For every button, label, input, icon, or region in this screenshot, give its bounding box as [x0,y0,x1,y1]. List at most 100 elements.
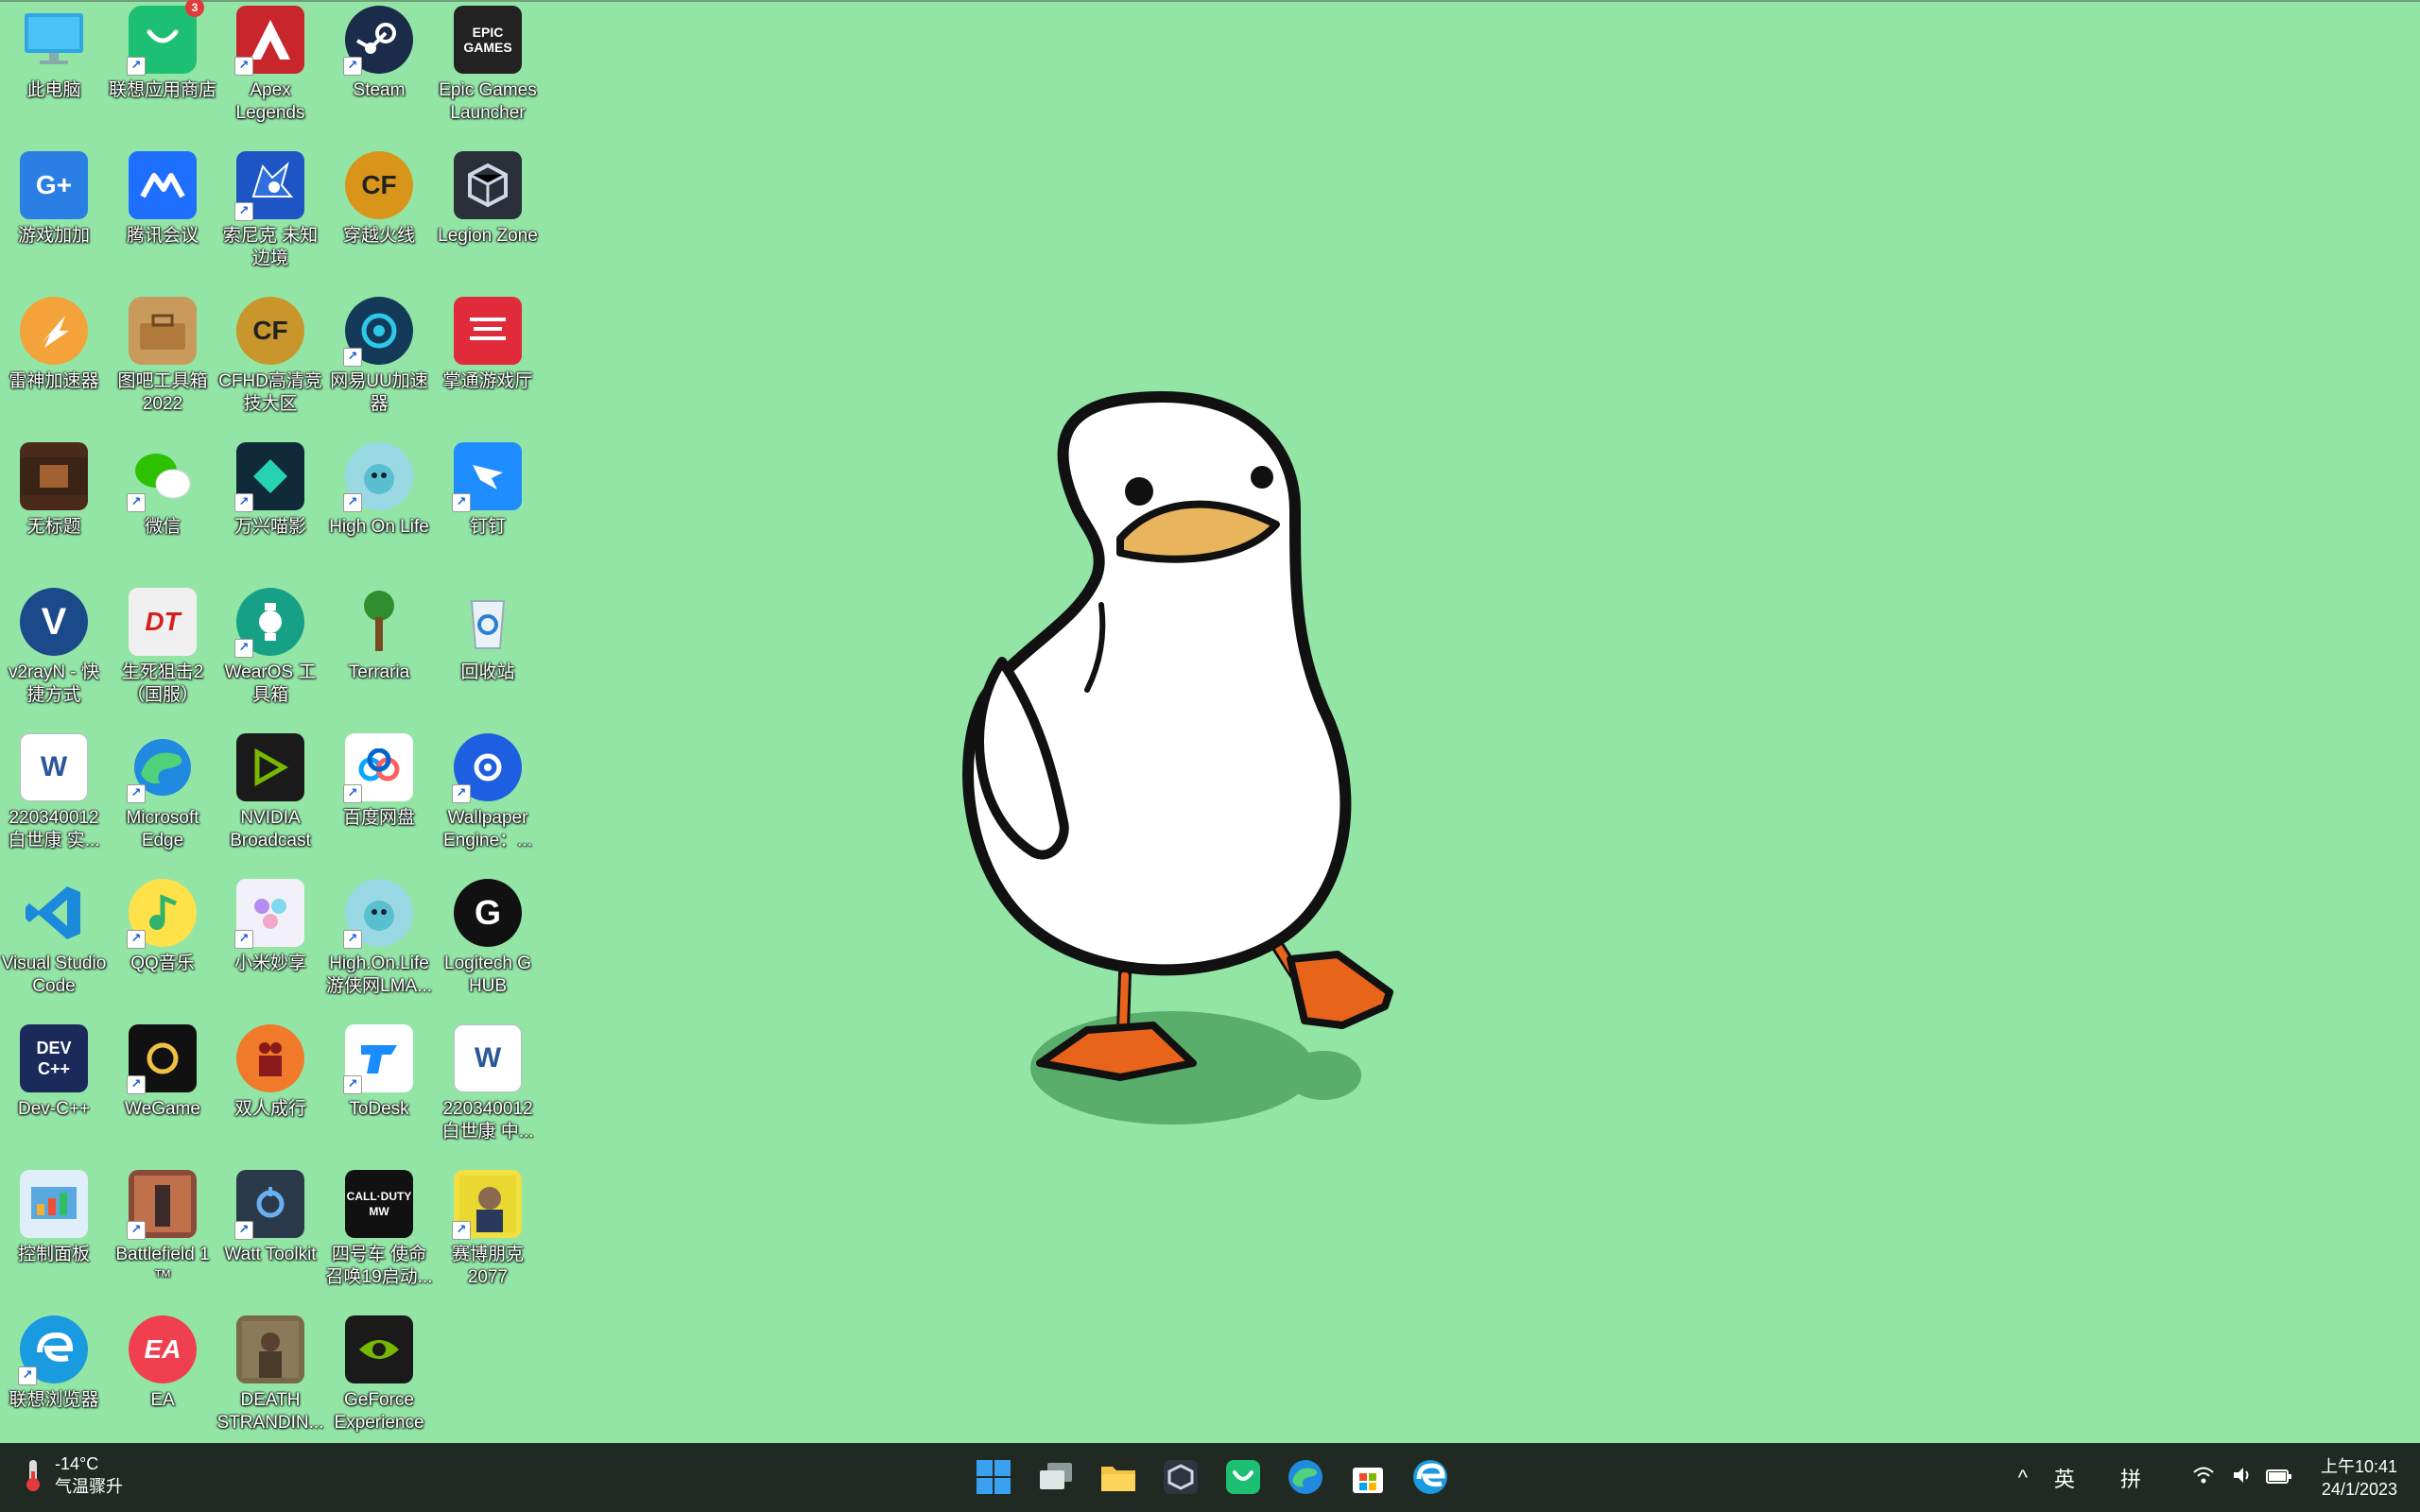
wegame-icon: ↗ [127,1024,197,1094]
taskbar-edge[interactable] [1281,1452,1330,1502]
desktop-icon-battlefield-1[interactable]: ↗ Battlefield 1 ™ [109,1164,216,1306]
start-button[interactable] [969,1452,1018,1502]
taskbar-lenovo-browser[interactable] [1406,1452,1455,1502]
show-hidden-icons-chevron-icon[interactable]: ^ [2018,1466,2028,1490]
gplus-logo-icon: G+ [20,151,88,219]
desktop-icon-death-stranding[interactable]: DEATH STRANDIN... [216,1310,324,1452]
desktop-icon-label: 双人成行 [233,1099,306,1119]
desktop-icon-wearos-toolbox[interactable]: ↗ WearOS 工具箱 [216,582,324,724]
desktop-icon-lenovo-browser[interactable]: ↗ 联想浏览器 [0,1310,108,1452]
desktop-icon-this-pc[interactable]: 此电脑 [0,0,108,142]
desktop-icon-v2rayn[interactable]: V v2rayN - 快捷方式 [0,582,108,724]
desktop-icon-nvidia-broadcast[interactable]: NVIDIA Broadcast [216,728,324,869]
desktop-icon-wechat[interactable]: ↗ 微信 [109,437,216,578]
desktop-icon-crossfire[interactable]: CF 穿越火线 [325,146,433,287]
desktop-icon-recycle-bin[interactable]: 回收站 [434,582,542,724]
taskbar-legion-zone[interactable] [1156,1452,1205,1502]
desktop-icon-label: 钉钉 [469,517,506,537]
desktop-icon-label: 220340012 白世康 实... [8,808,100,850]
desktop-icon-zhangtong[interactable]: 掌通游戏厅 [434,291,542,433]
battery-charging-icon[interactable] [2265,1466,2292,1490]
desktop-icon-wondershare-filmora[interactable]: ↗ 万兴喵影 [216,437,324,578]
desktop-icon-sonic-frontiers[interactable]: ↗ 索尼克 未知边境 [216,146,324,287]
desktop-icon-label: 小米妙享 [233,954,306,973]
desktop-icon-terraria[interactable]: Terraria [325,582,433,724]
desktop-icon-leishen[interactable]: 雷神加速器 [0,291,108,433]
desktop-icon-epic-games[interactable]: EPIC GAMES Epic Games Launcher [434,0,542,142]
desktop-icon-label: 微信 [144,517,181,537]
desktop-icon-label: Apex Legends [235,80,305,123]
desktop-icon-high-on-life[interactable]: ↗ High On Life [325,437,433,578]
desktop-icon-xiaomi-miaoxiang[interactable]: ↗ 小米妙享 [216,873,324,1015]
desktop-icon-ea[interactable]: EA EA [109,1310,216,1452]
desktop-icon-label: Wallpaper Engine：... [443,808,532,850]
cyberpunk-cover-icon: ↗ [452,1170,522,1240]
desktop-icon-label: NVIDIA Broadcast [230,808,311,850]
desktop-icon-apex-legends[interactable]: ↗ Apex Legends [216,0,324,142]
ime-mode-indicator[interactable]: 拼 [2120,1463,2141,1493]
task-view-button[interactable] [1031,1452,1080,1502]
wifi-icon[interactable] [2192,1466,2215,1490]
desktop-icon-control-panel[interactable]: 控制面板 [0,1164,108,1306]
desktop-icon-wallpaper-engine[interactable]: ↗ Wallpaper Engine：... [434,728,542,869]
taskbar-lenovo-store[interactable] [1219,1452,1268,1502]
toolbox-icon [129,297,197,365]
desktop-icon-dingtalk[interactable]: ↗ 钉钉 [434,437,542,578]
microsoft-store-icon [1353,1468,1383,1493]
desktop-icon-vscode[interactable]: Visual Studio Code [0,873,108,1015]
qq-music-icon: ↗ [127,879,197,949]
desktop-icon-youxijiajia[interactable]: G+ 游戏加加 [0,146,108,287]
desktop-icon-label: Visual Studio Code [1,954,107,996]
taskbar-microsoft-store[interactable] [1343,1452,1392,1502]
desktop-icon-high-on-life-lma[interactable]: ↗ High.On.Life 游侠网LMA... [325,873,433,1015]
windows-logo-icon [977,1460,1011,1494]
desktop-icon-cfhd[interactable]: CF CFHD高清竞技大区 [216,291,324,433]
taskbar-apps [969,1452,1455,1502]
desktop-icon-cyberpunk-2077[interactable]: ↗ 赛博朋克 2077 [434,1164,542,1306]
desktop-icon-label: 掌通游戏厅 [442,371,533,391]
desktop-icon-todesk[interactable]: ↗ ToDesk [325,1019,433,1160]
input-language-indicator[interactable]: 英 [2054,1463,2075,1493]
desktop-icon-it-takes-two[interactable]: 双人成行 [216,1019,324,1160]
desktop-icon-dev-cpp[interactable]: DEV C++ Dev-C++ [0,1019,108,1160]
desktop-icon-grid: 此电脑 3 ↗ 联想应用商店 ↗ Apex Legends ↗ Steam EP… [0,0,548,1443]
desktop-icon-label: 四号车 使命召唤19启动... [325,1245,433,1287]
desktop-icon-microsoft-edge[interactable]: ↗ Microsoft Edge [109,728,216,869]
game-hall-icon [454,297,522,365]
desktop-icon-tuba-toolbox[interactable]: 图吧工具箱2022 [109,291,216,433]
weather-widget[interactable]: -14°C 气温骤升 [23,1452,123,1498]
desktop-icon-label: WearOS 工具箱 [224,662,317,705]
desktop-icon-legion-zone[interactable]: Legion Zone [434,146,542,287]
terraria-tree-icon [345,588,413,656]
desktop-icon-label: 百度网盘 [342,808,415,828]
watch-tool-icon: ↗ [234,588,304,658]
legion-zone-cube-icon [454,151,522,219]
desktop-icon-tencent-meeting[interactable]: 腾讯会议 [109,146,216,287]
desktop-icon-untitled[interactable]: 无标题 [0,437,108,578]
desktop-icon-logitech-g-hub[interactable]: G Logitech G HUB [434,873,542,1015]
desktop-icon-uu-accelerator[interactable]: ↗ 网易UU加速器 [325,291,433,433]
taskbar-file-explorer[interactable] [1094,1452,1143,1502]
clock[interactable]: 上午10:41 24/1/2023 [2321,1455,2397,1501]
desktop-icon-watt-toolkit[interactable]: ↗ Watt Toolkit [216,1164,324,1306]
volume-icon[interactable] [2232,1466,2253,1490]
desktop-icon-cod-mw[interactable]: CALL·DUTY MW 四号车 使命召唤19启动... [325,1164,433,1306]
shortcut-arrow-icon: ↗ [127,57,146,76]
desktop-icon-label: 赛博朋克 2077 [451,1245,524,1287]
it-takes-two-icon [236,1024,304,1092]
desktop-icon-label: v2rayN - 快捷方式 [8,662,100,705]
tencent-meeting-icon [129,151,197,219]
desktop-icon-lenovo-app-store[interactable]: 3 ↗ 联想应用商店 [109,0,216,142]
steam-logo-icon: ↗ [343,6,413,76]
epic-games-logo-icon: EPIC GAMES [454,6,522,74]
thermometer-icon [23,1456,42,1494]
desktop-icon-word-doc-1[interactable]: W 220340012 白世康 实... [0,728,108,869]
desktop-icon-shengsijuji2[interactable]: DT 生死狙击2（国服） [109,582,216,724]
desktop-icon-geforce-experience[interactable]: GeForce Experience [325,1310,433,1452]
desktop-icon-wegame[interactable]: ↗ WeGame [109,1019,216,1160]
desktop-icon-steam[interactable]: ↗ Steam [325,0,433,142]
desktop-icon-word-doc-2[interactable]: W 220340012 白世康 中... [434,1019,542,1160]
desktop-icon-label: Terraria [348,662,410,682]
desktop-icon-qq-music[interactable]: ↗ QQ音乐 [109,873,216,1015]
desktop-icon-baidu-netdisk[interactable]: ↗ 百度网盘 [325,728,433,869]
